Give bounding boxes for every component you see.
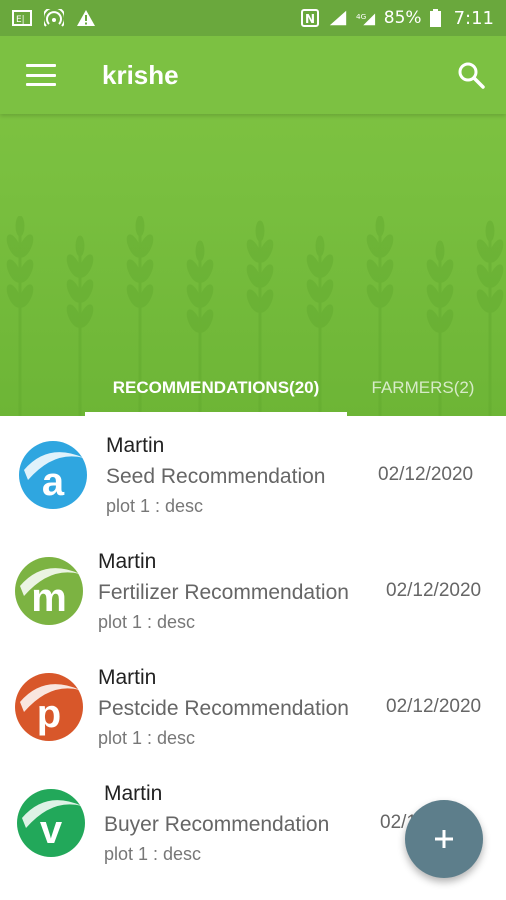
farmer-name: Martin	[104, 782, 163, 805]
hamburger-menu-icon[interactable]	[26, 64, 56, 86]
recommendation-type: Fertilizer Recommendation	[98, 581, 349, 604]
app-header: krishe RECOMMENDATIONS(20) FARMERS(2)	[0, 36, 506, 416]
farmer-name: Martin	[106, 434, 165, 457]
warning-icon	[76, 9, 96, 27]
list-item[interactable]: p Martin Pestcide Recommendation plot 1 …	[0, 648, 506, 764]
nfc-icon: N	[300, 9, 320, 27]
recommendation-type: Pestcide Recommendation	[98, 697, 349, 720]
list-item[interactable]: a Martin Seed Recommendation plot 1 : de…	[0, 416, 506, 532]
svg-text:v: v	[40, 808, 63, 852]
svg-text:4G: 4G	[356, 12, 367, 21]
svg-text:N: N	[305, 12, 315, 26]
fertilizer-avatar-icon: m	[15, 557, 83, 625]
svg-text:E|: E|	[16, 15, 25, 25]
recommendation-date: 02/12/2020	[378, 464, 474, 485]
svg-text:m: m	[31, 576, 67, 620]
recommendation-type: Seed Recommendation	[106, 465, 326, 488]
sim-icon: E|	[12, 9, 32, 27]
battery-percent: 85%	[383, 8, 422, 28]
app-title: krishe	[102, 59, 179, 90]
seed-avatar-icon: a	[19, 441, 87, 509]
status-right-icons: N 4G 85% 7:11	[300, 8, 494, 29]
list-item[interactable]: m Martin Fertilizer Recommendation plot …	[0, 532, 506, 648]
recommendation-desc: plot 1 : desc	[98, 612, 196, 632]
tab-farmers[interactable]: FARMERS(2)	[348, 360, 498, 416]
status-bar: E| N 4G 85% 7:11	[0, 0, 506, 36]
add-button[interactable]	[405, 800, 483, 878]
recommendation-desc: plot 1 : desc	[98, 728, 196, 748]
svg-text:p: p	[37, 692, 61, 736]
recommendation-type: Buyer Recommendation	[104, 813, 330, 836]
recommendation-date: 02/12/2020	[386, 580, 482, 601]
hotspot-icon	[44, 9, 64, 27]
recommendation-date: 02/12/2020	[386, 696, 482, 717]
status-left-icons: E|	[12, 9, 96, 27]
add-icon	[435, 830, 453, 848]
farmer-name: Martin	[98, 550, 157, 573]
buyer-avatar-icon: v	[17, 789, 85, 857]
battery-icon	[430, 9, 442, 27]
toolbar: krishe	[0, 36, 506, 114]
svg-text:a: a	[42, 460, 65, 504]
tab-bar: RECOMMENDATIONS(20) FARMERS(2)	[0, 360, 506, 416]
clock: 7:11	[453, 7, 494, 29]
pesticide-avatar-icon: p	[15, 673, 83, 741]
farmer-name: Martin	[98, 666, 157, 689]
tab-recommendations[interactable]: RECOMMENDATIONS(20)	[85, 360, 347, 416]
recommendation-desc: plot 1 : desc	[104, 844, 202, 864]
search-icon[interactable]	[456, 60, 486, 90]
signal-icon	[328, 9, 348, 27]
data-icon: 4G	[356, 9, 376, 27]
recommendation-desc: plot 1 : desc	[106, 496, 204, 516]
